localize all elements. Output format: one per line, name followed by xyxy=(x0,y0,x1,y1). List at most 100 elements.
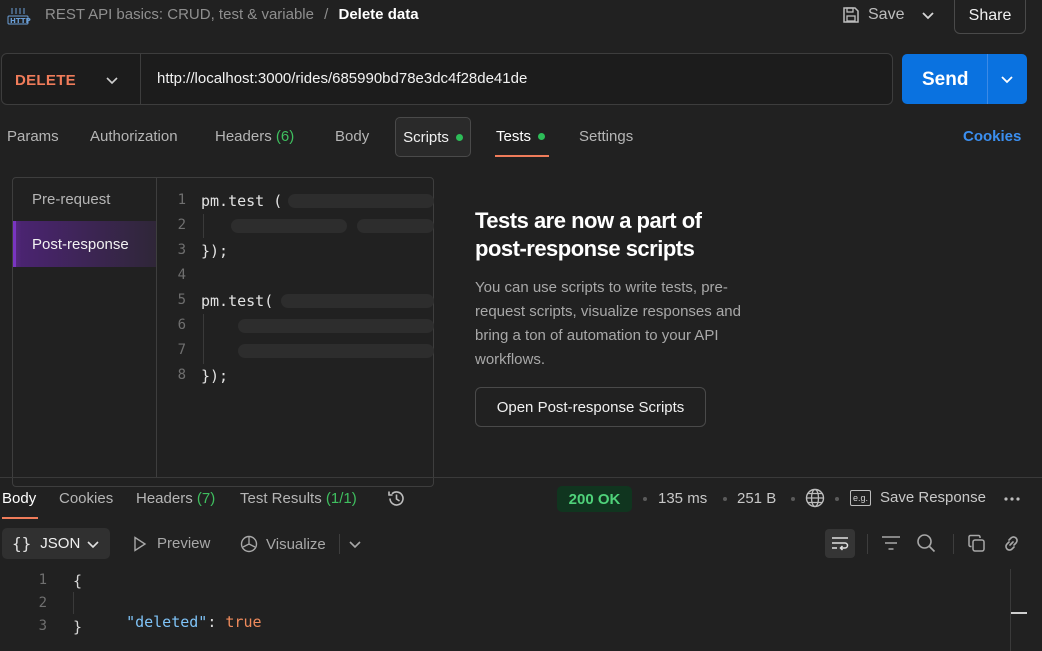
open-post-response-scripts-button[interactable]: Open Post-response Scripts xyxy=(475,387,706,427)
url-input[interactable]: http://localhost:3000/rides/685990bd78e3… xyxy=(157,70,527,87)
indent-guide xyxy=(203,214,204,238)
line-number: 3 xyxy=(177,242,186,258)
tab-tests-underline xyxy=(495,155,549,157)
tests-status-dot xyxy=(538,133,546,140)
toolbar-divider xyxy=(867,534,868,554)
play-icon xyxy=(134,535,147,552)
line-number: 4 xyxy=(177,267,186,283)
search-icon[interactable] xyxy=(916,533,936,553)
share-label: Share xyxy=(968,7,1012,24)
script-tab-post-response-accent xyxy=(13,221,16,267)
response-line-number: 2 xyxy=(38,595,47,611)
meta-separator xyxy=(791,497,795,501)
response-divider xyxy=(0,477,1042,478)
send-options-chevron-icon[interactable] xyxy=(1000,72,1014,86)
info-description-line: request scripts, visualize responses and xyxy=(475,303,741,320)
share-button[interactable]: Share xyxy=(954,0,1026,34)
code-line[interactable]: }); xyxy=(201,242,228,260)
braces-icon: {} xyxy=(12,534,32,553)
tab-authorization[interactable]: Authorization xyxy=(90,128,178,145)
format-select[interactable]: {} JSON xyxy=(2,528,110,559)
response-tab-test-results[interactable]: Test Results (1/1) xyxy=(240,490,357,507)
code-placeholder xyxy=(231,219,347,233)
response-tab-test-results-label: Test Results xyxy=(240,490,322,507)
preview-button[interactable]: Preview xyxy=(133,535,210,552)
save-label: Save xyxy=(868,6,905,23)
code-line[interactable]: }); xyxy=(201,367,228,385)
cookies-link[interactable]: Cookies xyxy=(963,128,1021,145)
response-line[interactable]: { xyxy=(73,572,82,590)
copy-icon[interactable] xyxy=(967,534,986,553)
tab-tests[interactable]: Tests xyxy=(496,128,546,145)
meta-separator xyxy=(643,497,647,501)
filter-icon[interactable] xyxy=(881,535,901,551)
more-options-icon[interactable] xyxy=(1003,496,1021,502)
toolbar-divider xyxy=(953,534,954,554)
tab-scripts[interactable]: Scripts xyxy=(395,117,471,157)
tab-params[interactable]: Params xyxy=(7,128,59,145)
indent-guide xyxy=(203,314,204,364)
send-label: Send xyxy=(922,69,969,90)
request-title[interactable]: Delete data xyxy=(339,6,419,23)
response-tab-cookies[interactable]: Cookies xyxy=(59,490,113,507)
info-description-line: bring a ton of automation to your API xyxy=(475,327,719,344)
response-tab-test-results-count: (1/1) xyxy=(325,490,357,507)
response-tab-headers-label: Headers xyxy=(136,490,193,507)
response-line-number: 1 xyxy=(38,572,47,588)
save-options-chevron-icon[interactable] xyxy=(920,7,936,23)
visualize-button[interactable]: Visualize xyxy=(239,534,326,554)
breadcrumb: REST API basics: CRUD, test & variable /… xyxy=(45,6,419,23)
script-tab-pre-request[interactable]: Pre-request xyxy=(32,191,110,208)
breadcrumb-separator: / xyxy=(324,6,329,23)
scripts-sidebar-divider xyxy=(156,178,157,478)
save-response-button[interactable]: e.g. Save Response xyxy=(850,489,986,506)
line-number: 7 xyxy=(177,342,186,358)
info-title: Tests are now a part of post-response sc… xyxy=(475,207,702,263)
link-icon[interactable] xyxy=(1002,534,1021,553)
history-icon[interactable] xyxy=(386,488,407,509)
response-scrollbar[interactable] xyxy=(1010,569,1011,651)
code-line[interactable]: pm.test ( xyxy=(201,192,282,210)
method-chevron-icon xyxy=(106,77,118,85)
scripts-status-dot xyxy=(455,133,463,141)
code-placeholder xyxy=(288,194,434,208)
code-placeholder xyxy=(238,319,434,333)
url-divider xyxy=(140,54,141,104)
response-scrollbar-thumb[interactable] xyxy=(1011,612,1027,614)
save-response-label: Save Response xyxy=(880,489,986,506)
tab-headers[interactable]: Headers (6) xyxy=(215,128,294,145)
code-placeholder xyxy=(281,294,434,308)
save-button[interactable]: Save xyxy=(842,3,904,27)
response-tab-body-underline xyxy=(2,517,38,519)
code-line[interactable]: pm.test( xyxy=(201,292,273,310)
svg-text:HTTP: HTTP xyxy=(10,17,31,25)
wrap-lines-button[interactable] xyxy=(825,529,855,558)
response-size[interactable]: 251 B xyxy=(737,490,776,507)
format-label: JSON xyxy=(40,535,81,552)
response-line-number: 3 xyxy=(38,618,47,634)
response-line[interactable]: } xyxy=(73,618,82,636)
response-tab-headers[interactable]: Headers (7) xyxy=(136,490,215,507)
status-badge[interactable]: 200 OK xyxy=(557,486,632,512)
response-time[interactable]: 135 ms xyxy=(658,490,707,507)
tab-headers-label: Headers xyxy=(215,128,272,145)
send-button[interactable]: Send xyxy=(902,54,1027,104)
method-select[interactable]: DELETE xyxy=(15,70,125,90)
format-chevron-icon xyxy=(87,540,99,548)
response-line[interactable]: "deleted": true xyxy=(108,595,261,631)
meta-separator xyxy=(723,497,727,501)
code-placeholder xyxy=(357,219,434,233)
breadcrumb-collection[interactable]: REST API basics: CRUD, test & variable xyxy=(45,6,314,23)
line-number: 2 xyxy=(177,217,186,233)
visualize-chevron-icon[interactable] xyxy=(348,537,362,551)
wrap-lines-icon xyxy=(832,537,849,551)
send-divider xyxy=(987,54,988,104)
tab-settings[interactable]: Settings xyxy=(579,128,633,145)
line-number: 1 xyxy=(177,192,186,208)
json-colon: : xyxy=(207,613,226,631)
tab-tests-label: Tests xyxy=(496,128,532,145)
globe-icon[interactable] xyxy=(805,488,825,508)
tab-body[interactable]: Body xyxy=(335,128,369,145)
script-tab-post-response[interactable]: Post-response xyxy=(13,221,156,267)
response-tab-body[interactable]: Body xyxy=(2,490,36,507)
